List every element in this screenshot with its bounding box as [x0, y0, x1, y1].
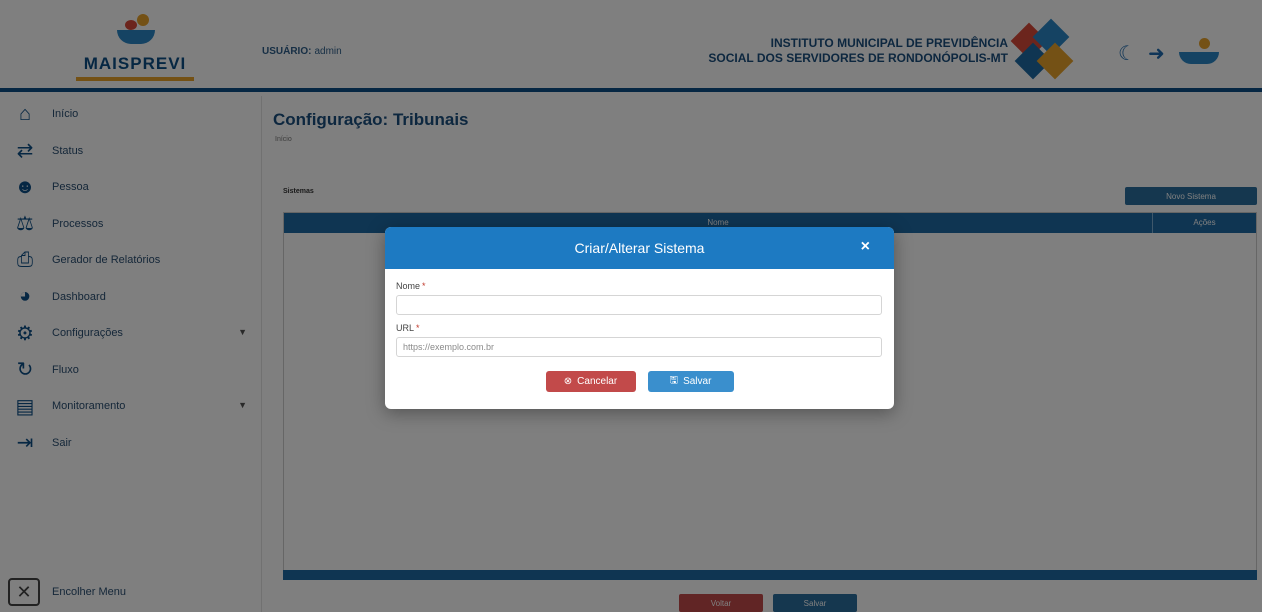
- nome-label: Nome *: [396, 281, 426, 291]
- save-button[interactable]: 🖫 Salvar: [647, 371, 734, 392]
- close-icon[interactable]: ×: [861, 239, 870, 255]
- required-mark: *: [416, 323, 420, 333]
- dialog-title: Criar/Alterar Sistema: [574, 240, 705, 256]
- cancel-button[interactable]: ⊗ Cancelar: [545, 371, 636, 392]
- url-input[interactable]: [396, 337, 882, 357]
- cancel-circle-icon: ⊗: [563, 376, 573, 387]
- floppy-disk-icon: 🖫: [669, 375, 679, 386]
- dialog-header: Criar/Alterar Sistema ×: [385, 227, 894, 269]
- nome-input[interactable]: [396, 295, 882, 315]
- create-edit-system-dialog: Criar/Alterar Sistema × Nome* URL* ⊗ Can…: [385, 227, 894, 409]
- required-mark: *: [422, 281, 426, 291]
- url-label: URL *: [396, 323, 420, 333]
